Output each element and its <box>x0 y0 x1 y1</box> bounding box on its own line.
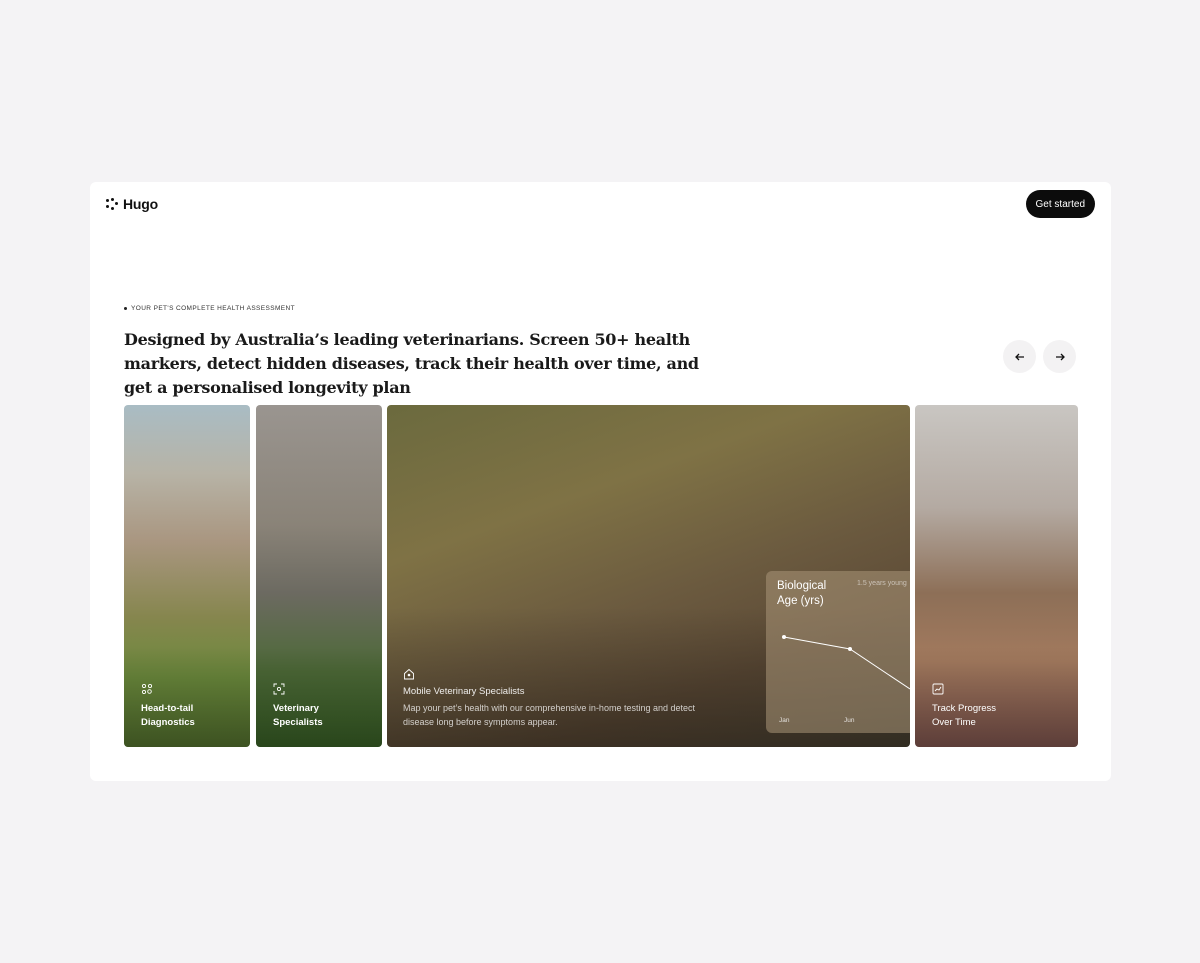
carousel-next-button[interactable] <box>1043 340 1076 373</box>
chart-point <box>848 647 852 651</box>
brand-logo[interactable]: Hugo <box>106 196 158 212</box>
arrow-left-icon <box>1014 353 1024 360</box>
widget-title: Biological Age (yrs) <box>777 580 827 607</box>
brand-name: Hugo <box>123 196 158 212</box>
carousel-prev-button[interactable] <box>1003 340 1036 373</box>
arrow-right-icon <box>1055 353 1065 360</box>
card-label: Head-to-tail Diagnostics <box>141 703 195 728</box>
scan-icon <box>141 683 153 695</box>
logo-mark-icon <box>106 198 118 210</box>
carousel-card-diagnostics[interactable]: Head-to-tail Diagnostics <box>124 405 250 747</box>
card-title: Mobile Veterinary Specialists <box>403 686 525 697</box>
page-frame: Hugo Get started YOUR PET'S COMPLETE HEA… <box>90 182 1111 781</box>
widget-note: 1.5 years young <box>857 580 907 587</box>
focus-icon <box>273 683 285 695</box>
home-icon <box>404 668 414 680</box>
chart-point <box>782 635 786 639</box>
carousel-card-mobile-vets[interactable]: Mobile Veterinary Specialists Map your p… <box>387 405 910 747</box>
get-started-button[interactable]: Get started <box>1025 190 1095 218</box>
bullet-icon <box>124 307 127 310</box>
chart-icon <box>932 683 944 695</box>
carousel-card-specialists[interactable]: Veterinary Specialists <box>256 405 382 747</box>
eyebrow-text: YOUR PET'S COMPLETE HEALTH ASSESSMENT <box>131 305 296 312</box>
card-label: Track Progress Over Time <box>932 703 997 728</box>
eyebrow: YOUR PET'S COMPLETE HEALTH ASSESSMENT <box>124 305 295 312</box>
card-description: Map your pet’s health with our comprehen… <box>403 703 695 727</box>
axis-tick: Jun <box>844 717 855 724</box>
card-label: Veterinary Specialists <box>273 703 323 728</box>
biological-age-widget: Biological Age (yrs) 1.5 years young Jan… <box>766 571 910 733</box>
carousel-card-progress[interactable]: Track Progress Over Time <box>915 405 1078 747</box>
axis-tick: Jan <box>779 717 790 724</box>
page-headline: Designed by Australia’s leading veterina… <box>124 330 699 397</box>
biological-age-chart <box>782 635 910 690</box>
